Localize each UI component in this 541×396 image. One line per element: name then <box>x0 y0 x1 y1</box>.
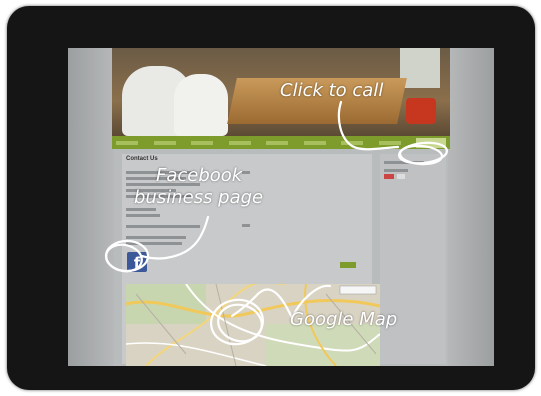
nav-item[interactable] <box>191 140 213 145</box>
sidebar-line <box>384 166 414 175</box>
photo-red-cabinet <box>406 98 436 124</box>
nav-item[interactable] <box>116 140 138 145</box>
nav-item[interactable] <box>341 140 363 145</box>
submit-button[interactable] <box>340 262 356 268</box>
page-title: Contact Us <box>126 156 158 162</box>
sidebar <box>380 154 446 364</box>
nav-item[interactable] <box>153 140 176 145</box>
click-to-call-annotation: Click to call <box>280 80 384 101</box>
click-to-call-button[interactable] <box>416 137 446 148</box>
nav-item[interactable] <box>228 140 251 145</box>
page-background-left <box>68 48 114 366</box>
page-background-right <box>448 48 494 366</box>
facebook-icon[interactable]: f <box>127 252 147 272</box>
nav-item[interactable] <box>303 140 326 145</box>
tablet-frame: Contact Us f <box>7 6 535 390</box>
facebook-annotation-line2: business page <box>134 187 264 208</box>
facebook-annotation-line1: Facebook <box>156 165 243 186</box>
photo-chair-2 <box>174 74 228 136</box>
google-map-annotation: Google Map <box>290 309 398 330</box>
main-navigation <box>112 136 450 149</box>
nav-item[interactable] <box>378 140 401 145</box>
nav-item[interactable] <box>266 140 288 145</box>
